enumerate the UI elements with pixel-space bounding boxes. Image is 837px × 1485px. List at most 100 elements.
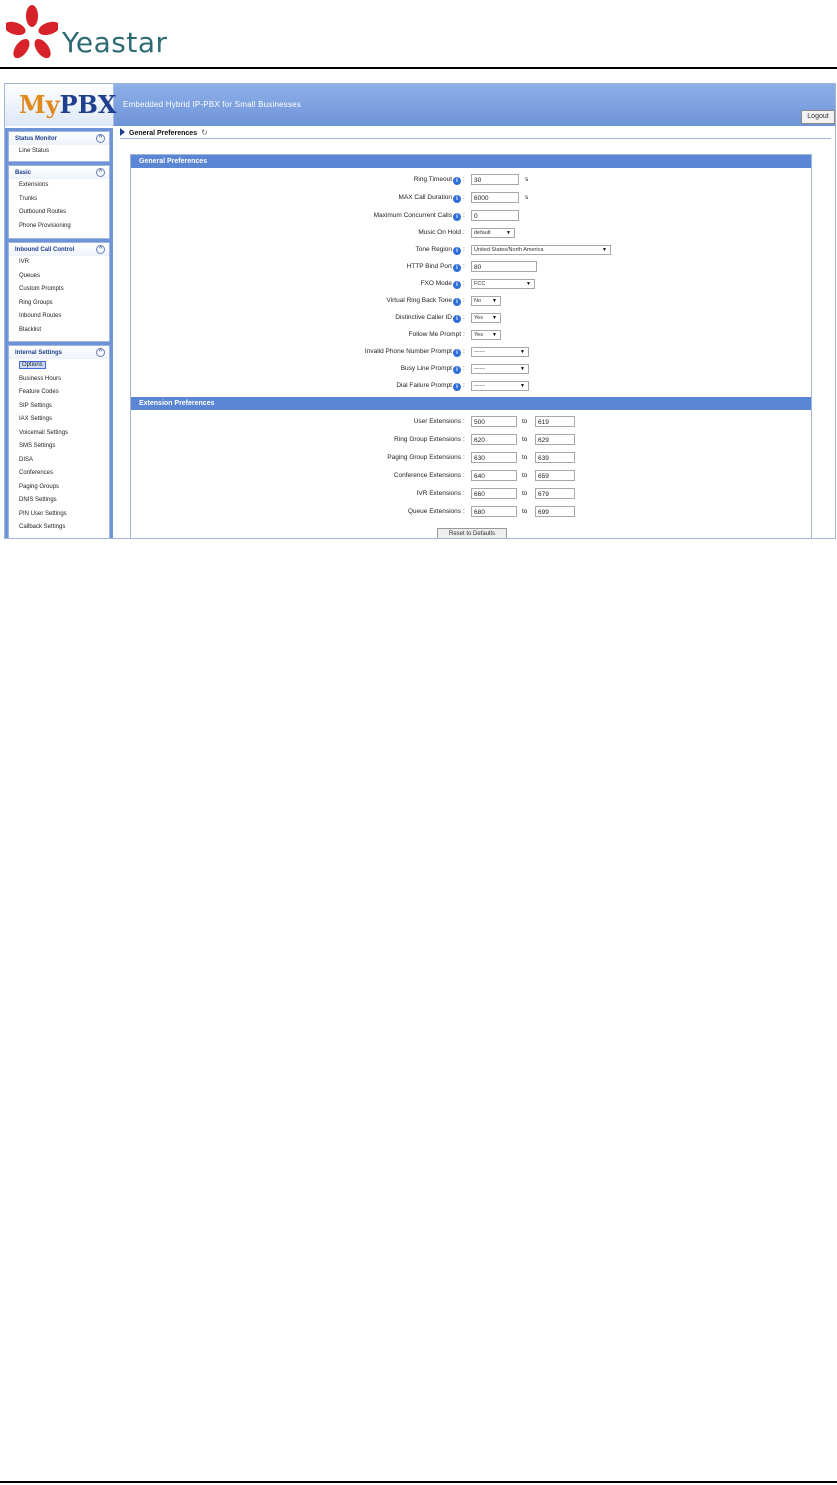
max-concurrent-calls-input[interactable]: 0 — [471, 210, 519, 221]
sidebar-item-extensions[interactable]: Extensions — [9, 179, 109, 193]
collapse-icon[interactable]: ^ — [96, 134, 105, 143]
max-call-duration-row: MAX Call Duration i : 6000 s — [398, 192, 529, 203]
reset-to-defaults-button[interactable]: Reset to Defaults — [437, 528, 507, 538]
conference-extensions-to-input[interactable]: 659 — [535, 470, 575, 481]
busy-line-prompt-select[interactable]: ------ ▼ — [471, 364, 529, 374]
dial-failure-prompt-label: Dial Failure Prompt i — [396, 382, 461, 391]
logout-button[interactable]: Logout — [801, 110, 835, 124]
info-icon[interactable]: i — [453, 281, 461, 289]
sidebar-item-conferences[interactable]: Conferences — [9, 467, 109, 481]
sidebar-item-feature-codes[interactable]: Feature Codes — [9, 386, 109, 400]
ring-timeout-row: Ring Timeout i : 30 s — [413, 174, 529, 185]
queue-extensions-to-input[interactable]: 699 — [535, 506, 575, 517]
user-extensions-from-input[interactable]: 500 — [471, 416, 517, 427]
sidebar-group-title[interactable]: Status Monitor ^ — [9, 132, 109, 145]
info-icon[interactable]: i — [453, 298, 461, 306]
ivr-extensions-from-input[interactable]: 660 — [471, 488, 517, 499]
dropdown-arrow-icon: ▼ — [492, 298, 497, 304]
sidebar-item-iax-settings[interactable]: IAX Settings — [9, 413, 109, 427]
conference-extensions-from-input[interactable]: 640 — [471, 470, 517, 481]
max-call-duration-input[interactable]: 6000 — [471, 192, 519, 203]
dropdown-arrow-icon: ▼ — [520, 383, 525, 389]
sidebar-item-options[interactable]: Options — [9, 359, 109, 373]
paging-group-extensions-to-input[interactable]: 639 — [535, 452, 575, 463]
ring-group-extensions-label: Ring Group Extensions — [394, 436, 461, 443]
dial-failure-prompt-select[interactable]: ------ ▼ — [471, 381, 529, 391]
ring-group-extensions-to-input[interactable]: 629 — [535, 434, 575, 445]
virtual-ring-back-tone-row: Virtual Ring Back Tone i : No ▼ — [131, 294, 811, 310]
sidebar-item-queues[interactable]: Queues — [9, 270, 109, 284]
sidebar-item-phone-provisioning[interactable]: Phone Provisioning — [9, 220, 109, 234]
sidebar-item-paging-groups[interactable]: Paging Groups — [9, 481, 109, 495]
brand-box: MyPBX — [5, 84, 117, 126]
paging-group-extensions-label: Paging Group Extensions — [387, 454, 461, 461]
sidebar-item-voicemail-settings[interactable]: Voicemail Settings — [9, 427, 109, 441]
sidebar-group-title[interactable]: Inbound Call Control ^ — [9, 243, 109, 256]
info-icon[interactable]: i — [453, 264, 461, 272]
info-icon[interactable]: i — [453, 213, 461, 221]
sidebar-item-dnis-settings[interactable]: DNIS Settings — [9, 494, 109, 508]
sidebar-group-title[interactable]: Basic ^ — [9, 166, 109, 179]
tone-region-select[interactable]: United States/North America ▼ — [471, 245, 611, 255]
sidebar-group-basic: Basic ^ Extensions Trunks Outbound Routes… — [8, 165, 110, 239]
ring-group-extensions-from-input[interactable]: 620 — [471, 434, 517, 445]
distinctive-caller-id-select[interactable]: Yes ▼ — [471, 313, 501, 323]
footer-divider — [0, 1481, 837, 1483]
fxo-mode-row: FXO Mode i : FCC ▼ — [131, 277, 811, 293]
music-on-hold-select[interactable]: default ▼ — [471, 228, 515, 238]
paging-group-extensions-from-input[interactable]: 630 — [471, 452, 517, 463]
sidebar-item-ring-groups[interactable]: Ring Groups — [9, 297, 109, 311]
music-on-hold-label: Music On Hold — [418, 229, 461, 236]
mypbx-logo: MyPBX — [19, 90, 117, 119]
sidebar-item-custom-prompts[interactable]: Custom Prompts — [9, 283, 109, 297]
tone-region-row: Tone Region i : United States/North Ameri… — [131, 243, 811, 259]
header-divider — [0, 67, 837, 69]
http-bind-port-input[interactable]: 80 — [471, 261, 537, 272]
sidebar-item-ivr[interactable]: IVR — [9, 256, 109, 270]
sidebar-item-sip-settings[interactable]: SIP Settings — [9, 400, 109, 414]
info-icon[interactable]: i — [453, 366, 461, 374]
refresh-icon[interactable]: ↻ — [201, 128, 208, 137]
queue-extensions-row: Queue Extensions : 680 to 699 — [131, 505, 811, 521]
info-icon[interactable]: i — [453, 177, 461, 185]
sidebar-item-outbound-routes[interactable]: Outbound Routes — [9, 206, 109, 220]
collapse-icon[interactable]: ^ — [96, 168, 105, 177]
sidebar-group-title[interactable]: Internal Settings ^ — [9, 346, 109, 359]
collapse-icon[interactable]: ^ — [96, 348, 105, 357]
breadcrumb-divider — [120, 138, 831, 139]
sidebar-item-callback-settings[interactable]: Callback Settings — [9, 521, 109, 535]
mypbx-screenshot: MyPBX Embedded Hybrid IP-PBX for Small B… — [4, 83, 836, 539]
sidebar-item-pin-user-settings[interactable]: PIN User Settings — [9, 508, 109, 522]
breadcrumb: General Preferences ↻ — [120, 128, 208, 137]
collapse-icon[interactable]: ^ — [96, 245, 105, 254]
user-extensions-to-input[interactable]: 619 — [535, 416, 575, 427]
invalid-phone-number-prompt-select[interactable]: ------ ▼ — [471, 347, 529, 357]
ivr-extensions-to-input[interactable]: 679 — [535, 488, 575, 499]
follow-me-prompt-select[interactable]: Yes ▼ — [471, 330, 501, 340]
top-banner: MyPBX Embedded Hybrid IP-PBX for Small B… — [5, 84, 835, 126]
info-icon[interactable]: i — [453, 247, 461, 255]
logo-text: Yeastar — [62, 26, 168, 59]
sidebar-item-inbound-routes[interactable]: Inbound Routes — [9, 310, 109, 324]
sidebar-item-blacklist[interactable]: Blacklist — [9, 324, 109, 338]
ring-timeout-input[interactable]: 30 — [471, 174, 519, 185]
sidebar-group-status-monitor: Status Monitor ^ Line Status — [8, 131, 110, 162]
sidebar-item-business-hours[interactable]: Business Hours — [9, 373, 109, 387]
sidebar-item-sms-settings[interactable]: SMS Settings — [9, 440, 109, 454]
info-icon[interactable]: i — [453, 383, 461, 391]
fxo-mode-label: FXO Mode i — [421, 280, 461, 289]
sidebar-item-line-status[interactable]: Line Status — [9, 145, 109, 159]
ring-timeout-unit: s — [525, 176, 529, 183]
ivr-extensions-label: IVR Extensions — [416, 490, 461, 497]
info-icon[interactable]: i — [453, 349, 461, 357]
fxo-mode-select[interactable]: FCC ▼ — [471, 279, 535, 289]
invalid-phone-number-prompt-label: Invalid Phone Number Prompt i — [365, 348, 461, 357]
queue-extensions-from-input[interactable]: 680 — [471, 506, 517, 517]
sidebar-item-trunks[interactable]: Trunks — [9, 193, 109, 207]
info-icon[interactable]: i — [453, 315, 461, 323]
sidebar-item-disa[interactable]: DISA — [9, 454, 109, 468]
info-icon[interactable]: i — [453, 195, 461, 203]
ivr-extensions-row: IVR Extensions : 660 to 679 — [131, 487, 811, 503]
virtual-ring-back-tone-select[interactable]: No ▼ — [471, 296, 501, 306]
dropdown-arrow-icon: ▼ — [602, 247, 607, 253]
